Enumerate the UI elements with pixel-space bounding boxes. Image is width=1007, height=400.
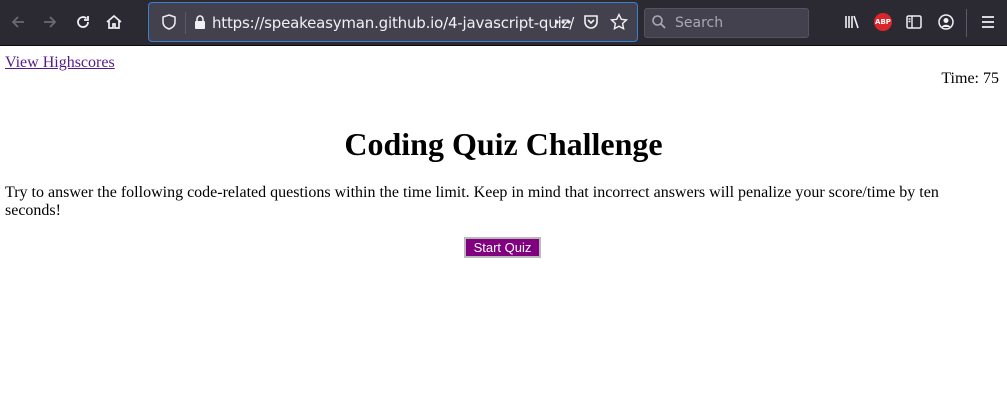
library-icon[interactable] [836, 6, 868, 38]
bookmark-star-icon[interactable] [603, 6, 635, 38]
account-icon[interactable] [930, 6, 962, 38]
search-placeholder: Search [675, 15, 724, 31]
timer-label: Time: [941, 70, 979, 87]
adblock-icon[interactable]: ABP [867, 6, 899, 38]
view-highscores-link[interactable]: View Highscores [5, 54, 115, 72]
menu-icon[interactable] [972, 6, 1004, 38]
timer: Time: 75 [941, 70, 999, 88]
reload-icon[interactable] [67, 6, 99, 38]
back-icon[interactable] [2, 6, 34, 38]
search-box[interactable]: Search [644, 8, 809, 38]
toolbar-divider [966, 9, 967, 37]
page-title: Coding Quiz Challenge [344, 126, 663, 162]
forward-icon[interactable] [34, 6, 66, 38]
timer-value: 75 [983, 70, 999, 87]
browser-toolbar: https://speakeasyman.github.io/4-javascr… [0, 0, 1007, 46]
url-text[interactable]: https://speakeasyman.github.io/4-javascr… [212, 14, 574, 32]
search-icon [651, 14, 667, 35]
start-quiz-button[interactable]: Start Quiz [464, 237, 541, 258]
home-icon[interactable] [98, 6, 130, 38]
address-bar[interactable]: https://speakeasyman.github.io/4-javascr… [148, 2, 638, 42]
sidebar-icon[interactable] [898, 6, 930, 38]
shield-icon[interactable] [153, 6, 185, 38]
adblock-badge: ABP [874, 13, 892, 31]
quiz-instructions: Try to answer the following code-related… [5, 184, 939, 219]
